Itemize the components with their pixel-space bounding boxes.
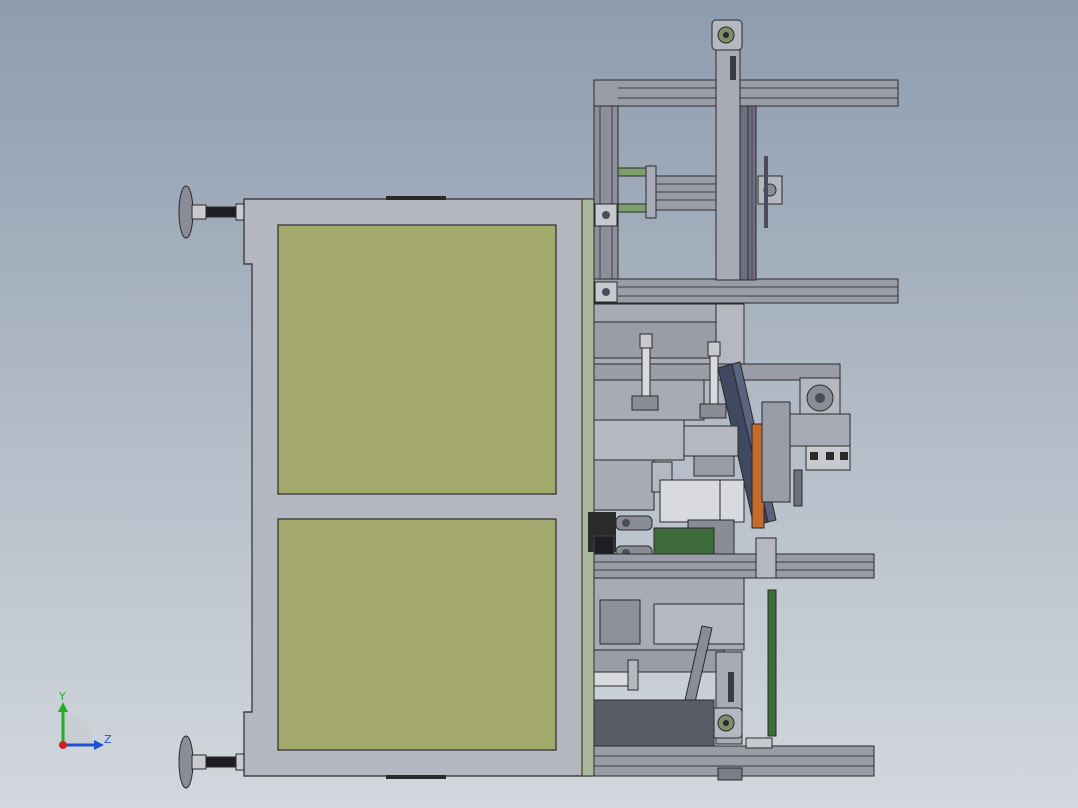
lower-slide-mast[interactable] (711, 651, 743, 745)
cabinet-door-panel-lower[interactable] (277, 518, 557, 751)
axis-z-label: Z (104, 733, 112, 746)
axis-y-label: Y (58, 690, 66, 703)
green-sensor-strip (767, 589, 777, 737)
cabinet-door-panel-upper[interactable] (277, 224, 557, 495)
cad-viewport[interactable]: Y Z (0, 0, 1078, 808)
